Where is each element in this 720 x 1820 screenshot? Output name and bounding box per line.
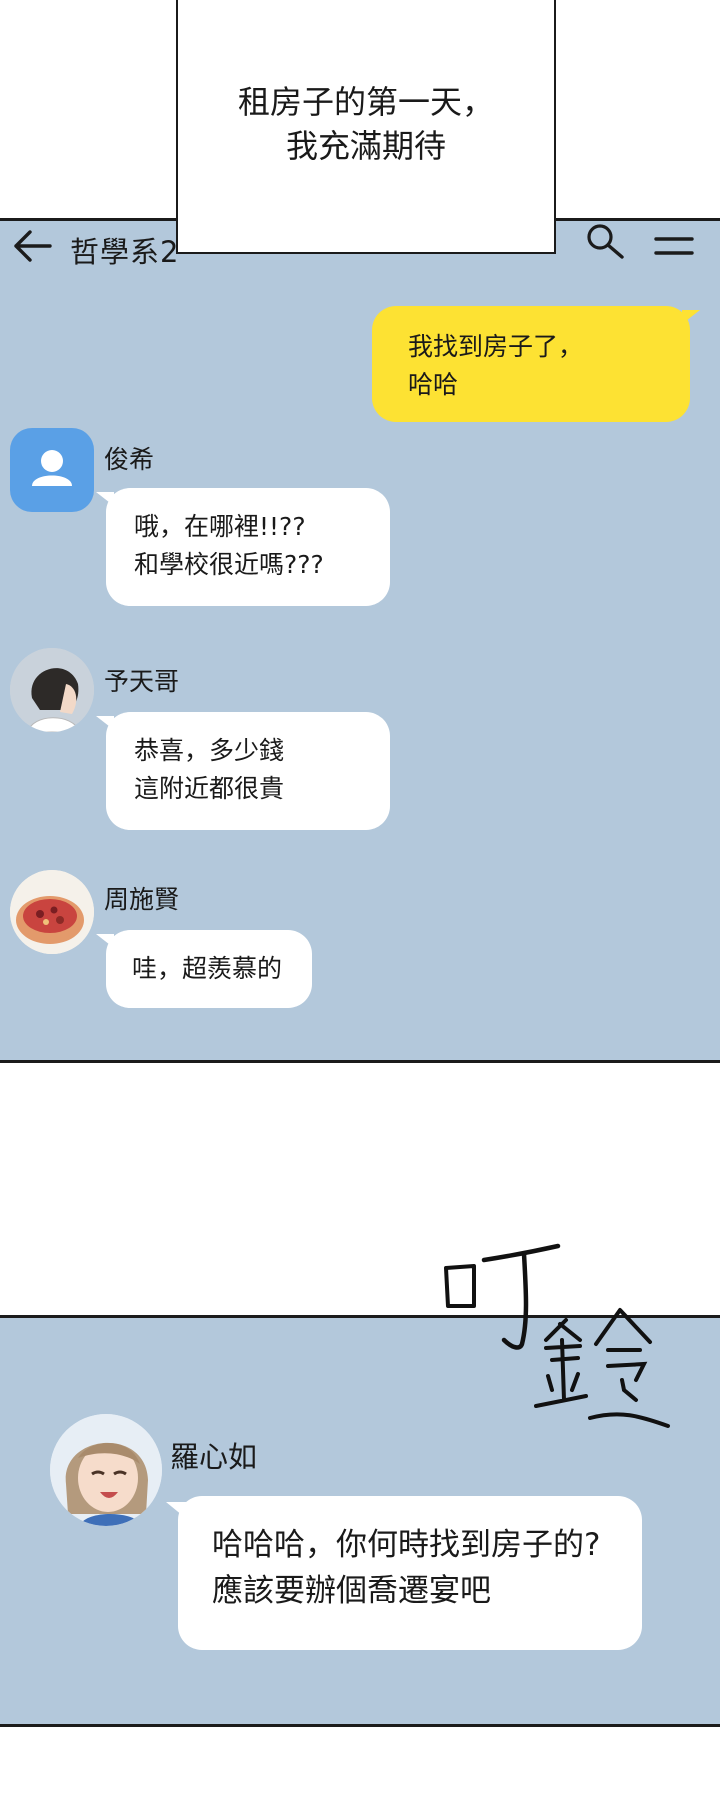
sender-name: 羅心如	[170, 1440, 258, 1474]
food-bowl-avatar-icon	[10, 870, 94, 954]
sender-name: 予天哥	[104, 667, 180, 696]
man-back-of-head-avatar-icon	[10, 648, 94, 732]
search-icon[interactable]	[584, 223, 628, 259]
narration-text: 租房子的第一天， 我充滿期待	[237, 83, 494, 165]
default-user-avatar-icon	[32, 450, 72, 486]
avatar	[50, 1414, 162, 1526]
incoming-message-bubble: 哈哈哈，你何時找到房子的? 應該要辦個喬遷宴吧	[166, 1496, 642, 1650]
chat-screen-panel: 哲學系2 我找到房子了， 哈哈 俊希 哦，在哪裡!!?? 和學校很近嗎??? 予…	[0, 218, 720, 1063]
avatar	[10, 428, 94, 512]
incoming-message-bubble: 哇，超羨慕的	[96, 930, 312, 1008]
narration-box: 租房子的第一天， 我充滿期待	[176, 0, 556, 254]
smiling-woman-avatar-icon	[50, 1414, 162, 1526]
arrow-left-icon[interactable]	[12, 229, 52, 263]
sender-name: 周施賢	[104, 885, 180, 914]
doorbell-sound-effect: 叮鈴	[444, 1243, 670, 1428]
avatar	[10, 648, 94, 732]
incoming-message-bubble: 哦，在哪裡!!?? 和學校很近嗎???	[96, 488, 390, 606]
avatar	[10, 870, 94, 954]
chat-room-title: 哲學系2	[70, 235, 180, 269]
sender-name: 俊希	[104, 445, 155, 474]
incoming-message-bubble: 恭喜，多少錢 這附近都很貴	[96, 712, 390, 830]
hamburger-menu-icon[interactable]	[652, 225, 696, 259]
outgoing-message-bubble: 我找到房子了， 哈哈	[372, 306, 700, 422]
